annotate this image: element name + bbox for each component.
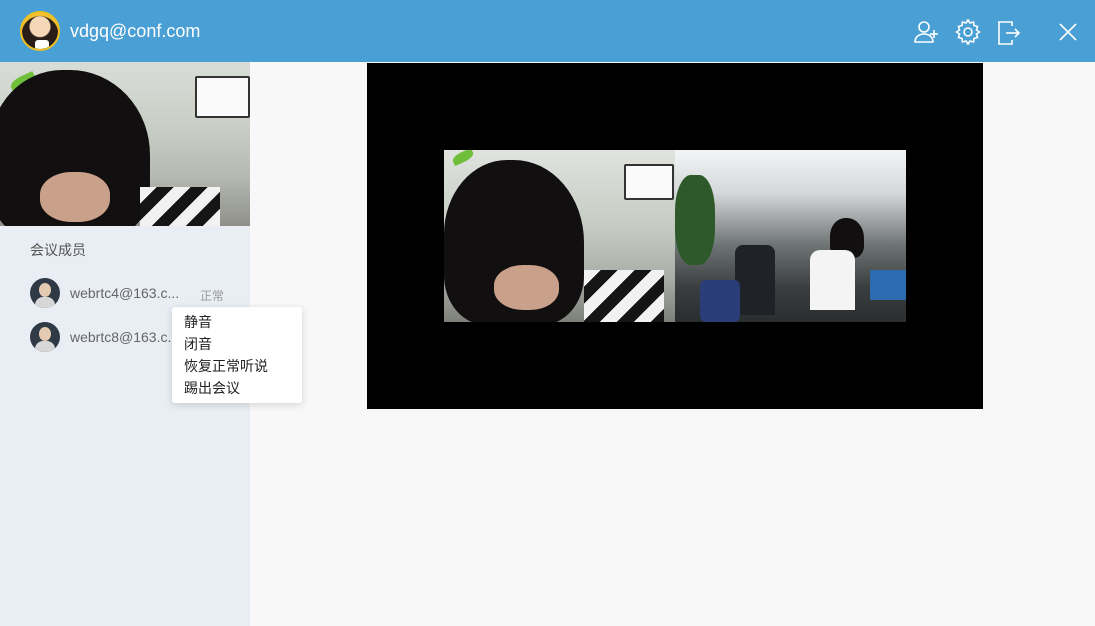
settings-button[interactable] [953, 17, 983, 47]
member-name: webrtc4@163.c... [70, 285, 180, 301]
member-avatar [30, 322, 60, 352]
close-button[interactable] [1053, 17, 1083, 47]
menu-item-kick[interactable]: 踢出会议 [184, 377, 302, 399]
member-status: 正常 [200, 289, 225, 303]
exit-meeting-icon [998, 21, 1021, 45]
local-video-preview [0, 62, 250, 226]
menu-item-restore[interactable]: 恢复正常听说 [184, 355, 302, 377]
user-avatar[interactable] [20, 11, 60, 51]
member-context-menu: 静音 闭音 恢复正常听说 踢出会议 [172, 307, 302, 403]
add-member-button[interactable] [911, 17, 941, 47]
main-video-area [367, 63, 983, 409]
exit-meeting-button[interactable] [993, 17, 1023, 47]
menu-item-mute[interactable]: 静音 [184, 311, 302, 333]
user-email: vdgq@conf.com [70, 21, 201, 41]
close-icon [1059, 23, 1077, 41]
member-item[interactable]: webrtc4@163.c... 正常 [30, 278, 240, 308]
members-title: 会议成员 [30, 242, 86, 258]
add-member-icon [914, 21, 938, 43]
video-tile-local [444, 150, 675, 322]
menu-item-deafen[interactable]: 闭音 [184, 333, 302, 355]
member-avatar [30, 278, 60, 308]
video-tile-remote [675, 150, 906, 322]
settings-gear-icon [955, 18, 981, 46]
title-bar: vdgq@conf.com [0, 0, 1095, 62]
member-name: webrtc8@163.c... [70, 329, 180, 345]
